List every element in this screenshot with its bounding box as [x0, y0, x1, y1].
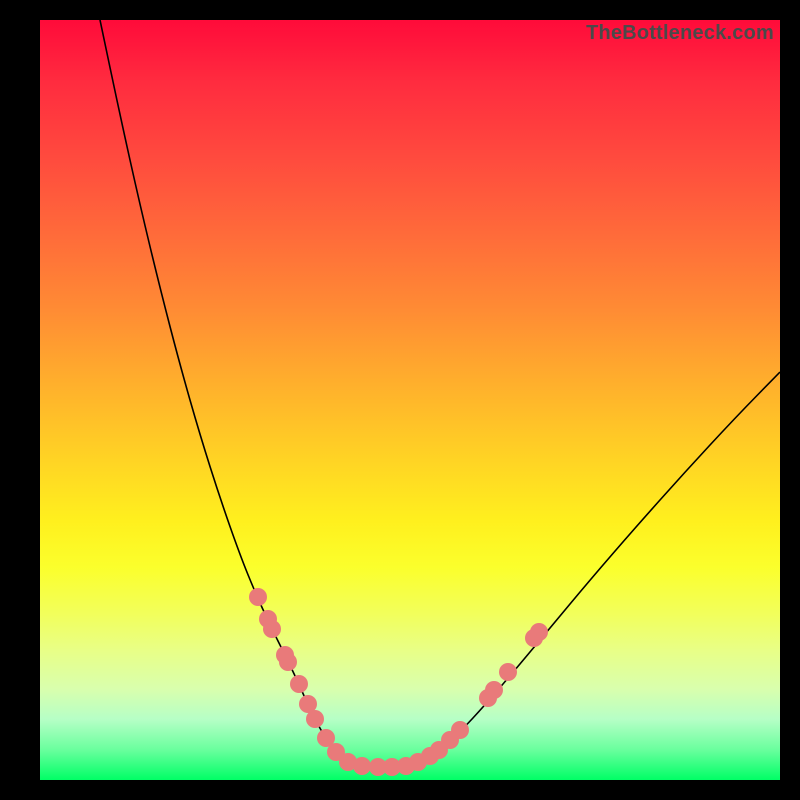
data-bead	[451, 721, 469, 739]
data-bead	[263, 620, 281, 638]
bead-group	[249, 588, 548, 776]
data-bead	[353, 757, 371, 775]
data-bead	[290, 675, 308, 693]
data-bead	[279, 653, 297, 671]
curve-layer	[40, 20, 780, 780]
data-bead	[485, 681, 503, 699]
data-bead	[530, 623, 548, 641]
data-bead	[249, 588, 267, 606]
plot-area: TheBottleneck.com	[40, 20, 780, 780]
curve-left	[100, 20, 410, 767]
chart-frame: TheBottleneck.com	[0, 0, 800, 800]
curve-right	[410, 372, 780, 765]
data-bead	[499, 663, 517, 681]
data-bead	[306, 710, 324, 728]
